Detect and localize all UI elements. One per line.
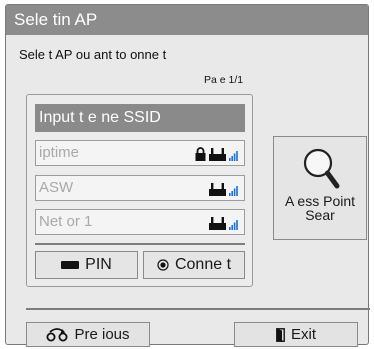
panel-divider [35, 243, 245, 245]
pin-key-icon [61, 261, 80, 269]
select-ap-dialog: Sele tin AP Sele t AP ou ant to onne t P… [5, 4, 370, 347]
network-status-icons [195, 146, 238, 161]
access-point-search-label-line2: Sear [305, 207, 335, 223]
lock-icon [195, 147, 206, 161]
network-name: iptime [39, 144, 80, 161]
router-icon [209, 148, 226, 161]
network-item-iptime[interactable]: iptime [35, 140, 245, 166]
previous-button[interactable]: Pre ious [26, 322, 150, 347]
footer-divider [26, 308, 370, 310]
back-arrow-icon [46, 327, 68, 342]
instruction-text: Sele t AP ou ant to onne t [19, 47, 167, 62]
network-name: Net or 1 [39, 213, 93, 230]
exit-door-icon [276, 327, 285, 342]
network-item-network1[interactable]: Net or 1 [35, 209, 245, 235]
ssid-input-item[interactable]: Input t e ne SSID [35, 104, 245, 132]
network-status-icons [209, 215, 238, 230]
connect-button-label: Conne t [174, 256, 232, 273]
network-name: ASW [39, 179, 74, 196]
dialog-title-bar: Sele tin AP [6, 5, 368, 35]
exit-button-label: Exit [290, 326, 316, 343]
access-point-search-button[interactable]: A ess Point Sear [273, 136, 367, 240]
ssid-input-label: Input t e ne SSID [39, 109, 161, 126]
previous-button-label: Pre ious [74, 326, 130, 343]
access-point-search-label-line1: A ess Point [284, 193, 356, 209]
page-indicator: Pa e 1/1 [204, 74, 244, 86]
signal-icon [229, 219, 238, 230]
network-list-panel: Input t e ne SSID iptime ASW Net or 1 PI… [26, 94, 253, 287]
router-icon [209, 183, 226, 196]
access-point-search-label: A ess Point Sear [274, 194, 366, 222]
network-item-asw[interactable]: ASW [35, 175, 245, 201]
connect-button[interactable]: Conne t [143, 251, 245, 279]
network-status-icons [209, 181, 238, 196]
signal-icon [229, 185, 238, 196]
pin-button[interactable]: PIN [35, 251, 138, 279]
pin-button-label: PIN [85, 256, 112, 273]
ok-button-icon [157, 259, 169, 271]
exit-button[interactable]: Exit [234, 322, 358, 347]
router-icon [209, 217, 226, 230]
signal-icon [229, 150, 238, 161]
magnifier-icon [302, 147, 340, 189]
dialog-title: Sele tin AP [14, 10, 98, 29]
